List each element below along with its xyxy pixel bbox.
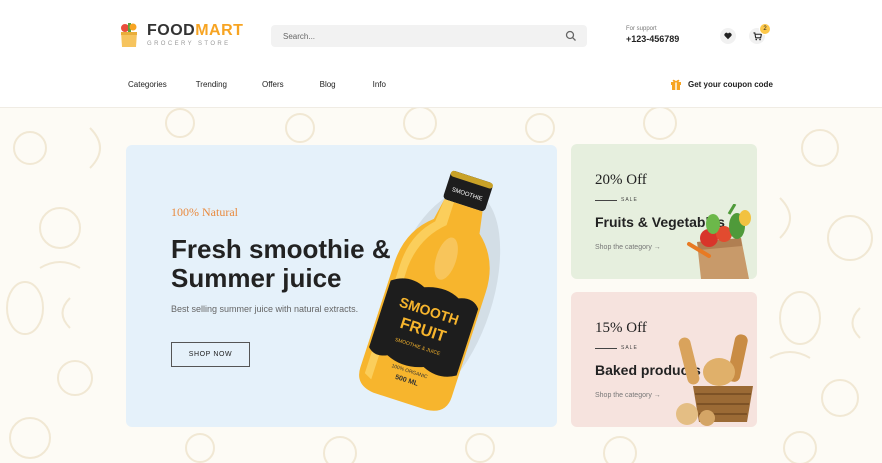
coupon-link[interactable]: Get your coupon code — [670, 78, 773, 90]
support-label: For support — [626, 26, 657, 32]
promo-discount: 15% Off — [595, 320, 647, 336]
site-header: FOODMART GROCERY STORE For support +123-… — [0, 0, 882, 108]
promo-sale-label: SALE — [595, 345, 638, 351]
support-contact: For support +123-456789 — [626, 26, 679, 44]
search-input[interactable] — [271, 25, 551, 47]
vegetables-bag-image — [687, 204, 751, 279]
logo[interactable]: FOODMART GROCERY STORE — [119, 22, 243, 48]
hero-kicker: 100% Natural — [171, 205, 238, 219]
support-phone[interactable]: +123-456789 — [626, 35, 679, 44]
nav-item-offers[interactable]: Offers — [262, 80, 284, 89]
promo-card-baked[interactable]: 15% Off SALE Baked products Shop the cat… — [571, 292, 757, 427]
promo-discount: 20% Off — [595, 172, 647, 188]
promo-sale-label: SALE — [595, 197, 638, 203]
wishlist-button[interactable] — [720, 28, 736, 44]
nav-item-blog[interactable]: Blog — [320, 80, 336, 89]
promo-card-fruits[interactable]: 20% Off SALE Fruits & Vegetables Shop th… — [571, 144, 757, 279]
shop-category-link[interactable]: Shop the category → — [595, 244, 661, 251]
shop-category-link[interactable]: Shop the category → — [595, 392, 661, 399]
search-icon[interactable] — [565, 30, 577, 42]
brand-tagline: GROCERY STORE — [147, 41, 231, 47]
coupon-label: Get your coupon code — [688, 79, 773, 89]
nav-item-info[interactable]: Info — [373, 80, 386, 89]
main-nav: Categories Trending Offers Blog Info — [128, 80, 386, 89]
brand-name: FOODMART — [147, 22, 244, 39]
nav-item-trending[interactable]: Trending — [196, 80, 227, 89]
grocery-bag-icon — [121, 23, 137, 47]
nav-item-categories[interactable]: Categories — [128, 80, 167, 89]
gift-icon — [671, 79, 681, 90]
heart-icon — [724, 32, 732, 40]
shop-now-button[interactable]: SHOP NOW — [171, 342, 250, 367]
search-bar — [271, 25, 587, 47]
hero-banner: 100% Natural Fresh smoothie & Summer jui… — [126, 145, 557, 427]
juice-bottle-image: SMOOTHIE SMOOTH FRUIT SMOOTHIE & JUICE 1… — [359, 170, 501, 411]
cart-count-badge: 2 — [759, 23, 771, 35]
hero-description: Best selling summer juice with natural e… — [171, 304, 359, 314]
bread-basket-image — [676, 334, 753, 426]
